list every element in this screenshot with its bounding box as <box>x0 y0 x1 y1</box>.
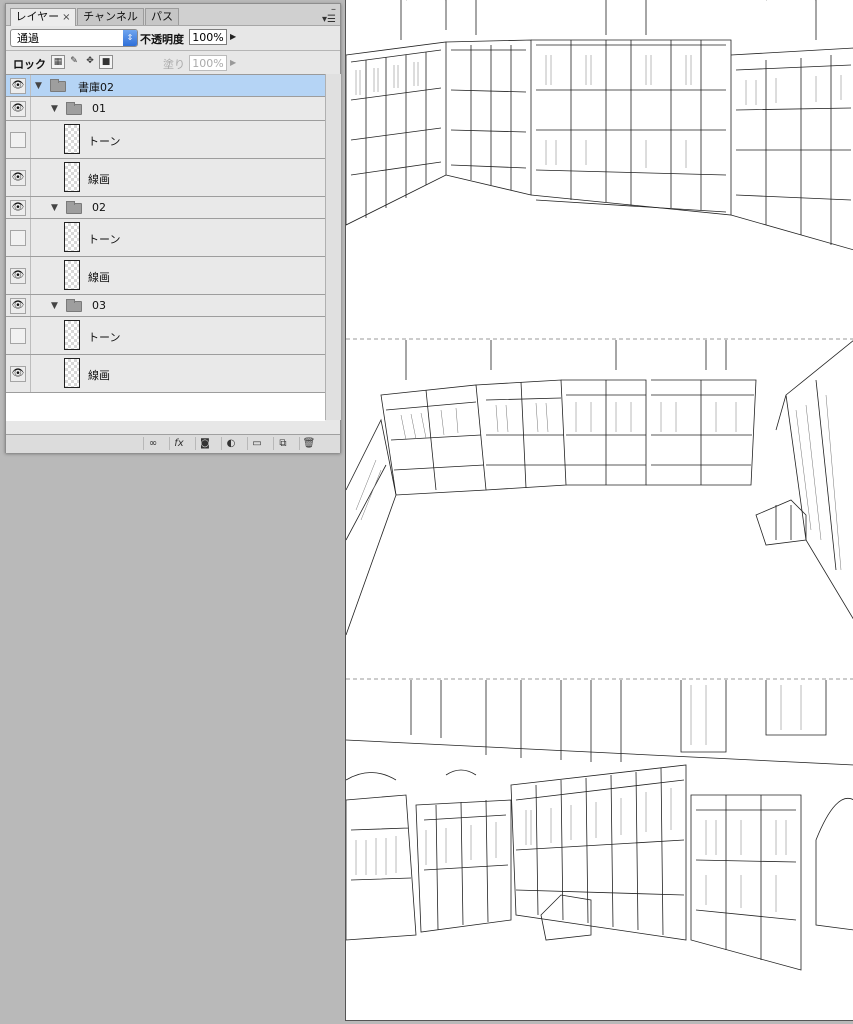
layer-thumbnail <box>64 320 80 350</box>
divider <box>30 355 31 392</box>
layer-name: 03 <box>92 299 106 312</box>
folder-icon <box>50 79 66 92</box>
mask-icon[interactable]: ◙ <box>195 437 214 450</box>
visibility-eye-icon[interactable]: 👁 <box>10 200 26 216</box>
close-icon[interactable]: × <box>62 12 70 23</box>
document-canvas[interactable] <box>345 0 853 1021</box>
divider <box>30 121 31 158</box>
layer-name: 01 <box>92 102 106 115</box>
layer-row[interactable]: 👁 線画 <box>6 159 325 197</box>
artwork-panel-1 <box>346 0 853 251</box>
visibility-eye-icon[interactable]: 👁 <box>10 298 26 314</box>
layer-row-group[interactable]: 👁 ▼ 02 <box>6 197 325 219</box>
expand-triangle-icon[interactable]: ▼ <box>51 301 58 311</box>
fill-slider-arrow-icon[interactable]: ▶ <box>230 58 236 67</box>
layer-name: トーン <box>88 233 121 246</box>
folder-icon <box>66 201 82 214</box>
layer-name: 線画 <box>88 369 110 382</box>
artwork-panel-3 <box>346 680 853 971</box>
visibility-eye-icon[interactable]: 👁 <box>10 170 26 186</box>
adjustment-icon[interactable]: ◐ <box>221 437 240 450</box>
new-layer-icon[interactable]: ⧉ <box>273 437 292 450</box>
link-icon[interactable]: ∞ <box>143 437 162 450</box>
layer-list-scrollbar[interactable] <box>325 74 341 420</box>
fill-label: 塗り : <box>163 58 193 71</box>
layers-bottom-toolbar: ∞ fx ◙ ◐ ▭ ⧉ 🗑 <box>6 434 340 453</box>
layer-thumbnail <box>64 222 80 252</box>
layer-row[interactable]: 👁 線画 <box>6 355 325 393</box>
new-group-icon[interactable]: ▭ <box>247 437 266 450</box>
tab-paths[interactable]: パス <box>145 8 179 25</box>
artwork-panel-2 <box>346 340 853 636</box>
expand-triangle-icon[interactable]: ▼ <box>51 203 58 213</box>
opacity-label: 不透明度 : <box>140 33 193 46</box>
tab-channels[interactable]: チャンネル <box>77 8 144 25</box>
layer-row[interactable]: トーン <box>6 121 325 159</box>
tab-layers-label: レイヤー <box>15 10 60 23</box>
lock-pixels-icon[interactable]: ✎ <box>67 55 81 69</box>
divider <box>6 50 340 51</box>
layer-thumbnail <box>64 124 80 154</box>
layer-thumbnail <box>64 162 80 192</box>
dropdown-arrow-icon: ⇕ <box>123 30 137 46</box>
tab-paths-label: パス <box>151 10 173 23</box>
layer-name: トーン <box>88 135 121 148</box>
layer-row-group[interactable]: 👁 ▼ 書庫02 <box>6 75 325 97</box>
divider <box>30 197 31 218</box>
layer-name: 書庫02 <box>78 81 114 94</box>
opacity-slider-arrow-icon[interactable]: ▶ <box>230 32 236 41</box>
layer-thumbnail <box>64 358 80 388</box>
lock-all-icon[interactable]: ■ <box>99 55 113 69</box>
layer-list: 👁 ▼ 書庫02 👁 ▼ 01 トーン 👁 線画 👁 ▼ 02 トーン 👁 線画… <box>6 74 325 421</box>
layers-panel: レイヤー × チャンネル パス – ▾☰ 通過 ⇕ 不透明度 : 100% ▶ ロッ… <box>5 3 341 453</box>
blend-mode-select[interactable]: 通過 ⇕ <box>10 29 138 47</box>
panel-tabbar: レイヤー × チャンネル パス – ▾☰ <box>6 4 340 26</box>
trash-icon[interactable]: 🗑 <box>299 437 318 450</box>
divider <box>30 317 31 354</box>
layer-row[interactable]: トーン <box>6 317 325 355</box>
layer-row[interactable]: 👁 線画 <box>6 257 325 295</box>
visibility-eye-icon[interactable]: 👁 <box>10 101 26 117</box>
divider <box>30 75 31 96</box>
layer-row-group[interactable]: 👁 ▼ 03 <box>6 295 325 317</box>
panel-menu-icon[interactable]: ▾☰ <box>322 15 336 25</box>
visibility-eye-icon[interactable] <box>10 132 26 148</box>
expand-triangle-icon[interactable]: ▼ <box>35 81 42 91</box>
layer-name: 02 <box>92 201 106 214</box>
fx-icon[interactable]: fx <box>169 437 188 450</box>
expand-triangle-icon[interactable]: ▼ <box>51 104 58 114</box>
layer-name: 線画 <box>88 173 110 186</box>
opacity-field[interactable]: 100% <box>189 29 227 45</box>
tab-layers[interactable]: レイヤー × <box>10 8 76 26</box>
layer-row[interactable]: トーン <box>6 219 325 257</box>
lock-position-icon[interactable]: ✥ <box>83 55 97 69</box>
fill-field[interactable]: 100% <box>189 55 227 71</box>
divider <box>30 97 31 120</box>
lock-label: ロック : <box>13 58 55 71</box>
folder-icon <box>66 299 82 312</box>
divider <box>30 159 31 196</box>
visibility-eye-icon[interactable] <box>10 328 26 344</box>
visibility-eye-icon[interactable] <box>10 230 26 246</box>
layer-row-group[interactable]: 👁 ▼ 01 <box>6 97 325 121</box>
divider <box>30 295 31 316</box>
visibility-eye-icon[interactable]: 👁 <box>10 268 26 284</box>
layer-thumbnail <box>64 260 80 290</box>
blend-mode-value: 通過 <box>17 32 39 45</box>
folder-icon <box>66 102 82 115</box>
tab-channels-label: チャンネル <box>83 10 138 23</box>
lock-transparency-icon[interactable]: ▦ <box>51 55 65 69</box>
layer-name: トーン <box>88 331 121 344</box>
divider <box>30 219 31 256</box>
divider <box>30 257 31 294</box>
visibility-eye-icon[interactable]: 👁 <box>10 78 26 94</box>
visibility-eye-icon[interactable]: 👁 <box>10 366 26 382</box>
layer-name: 線画 <box>88 271 110 284</box>
